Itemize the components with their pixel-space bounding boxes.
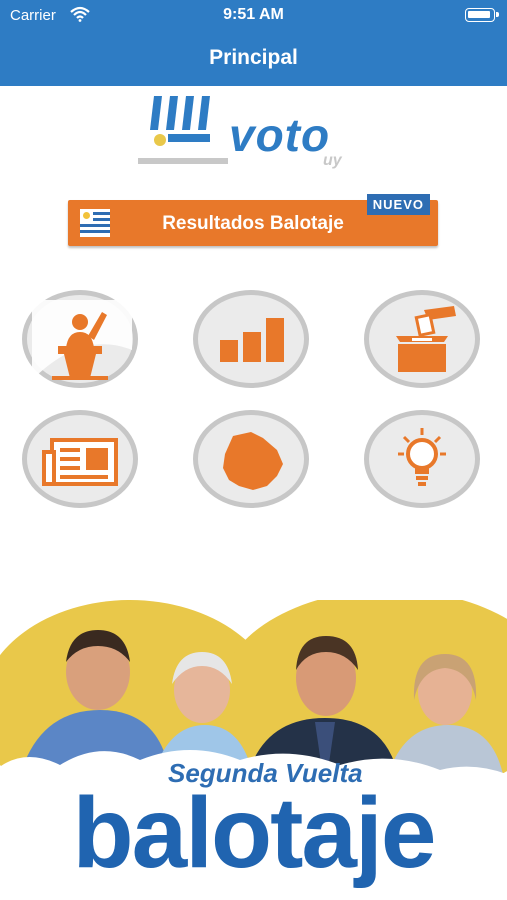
- news-tile[interactable]: [22, 410, 142, 510]
- uruguay-map-icon: [223, 432, 283, 490]
- speaker-podium-icon: [32, 300, 132, 380]
- logo-tld: uy: [323, 152, 342, 169]
- voto-logo: voto uy: [138, 96, 368, 174]
- logo-wordmark: voto: [229, 109, 331, 161]
- candidates-tile[interactable]: [22, 290, 142, 390]
- map-tile[interactable]: [193, 410, 313, 510]
- ballot-logo-icon: [138, 96, 228, 164]
- nav-bar: Principal: [0, 32, 507, 86]
- balotaje-promo[interactable]: Segunda Vuelta balotaje: [0, 600, 507, 900]
- ballot-box-icon: [396, 306, 456, 372]
- status-time: 9:51 AM: [223, 6, 284, 23]
- lightbulb-icon: [398, 428, 446, 486]
- results-tile[interactable]: [193, 290, 313, 390]
- promo-title: balotaje: [72, 777, 437, 889]
- resultados-balotaje-button[interactable]: Resultados Balotaje NUEVO: [68, 194, 438, 246]
- tips-tile[interactable]: [364, 410, 484, 510]
- newspaper-icon: [42, 438, 118, 486]
- vote-tile[interactable]: [364, 290, 484, 390]
- banner-label: Resultados Balotaje: [162, 213, 344, 234]
- page-title: Principal: [209, 46, 298, 69]
- status-bar: Carrier 9:51 AM: [0, 0, 507, 32]
- battery-icon: [465, 8, 499, 22]
- new-badge: NUEVO: [366, 194, 430, 215]
- bar-chart-icon: [220, 318, 284, 362]
